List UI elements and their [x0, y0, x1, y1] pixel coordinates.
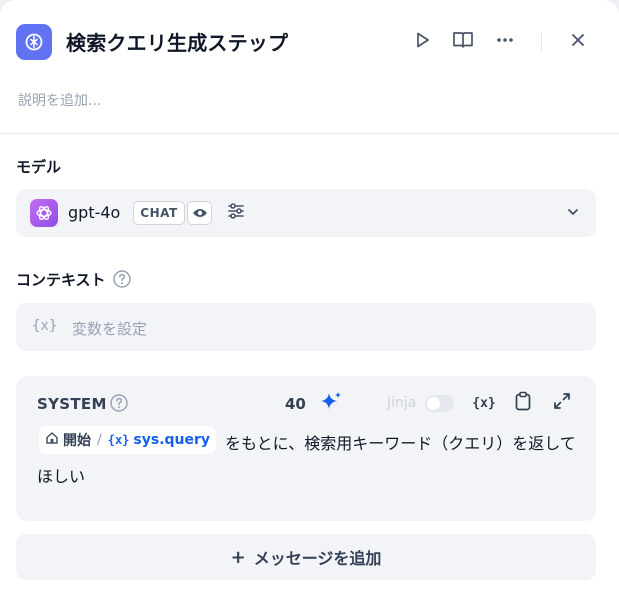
variable-name: sys.query [133, 432, 211, 448]
model-name: gpt-4o [68, 203, 121, 222]
system-prompt-editor: SYSTEM 40 Jinja {x} 開始 / {x} sys.query を… [16, 376, 596, 521]
prompt-role-label: SYSTEM [37, 395, 107, 413]
variable-icon: {x} [107, 433, 130, 447]
page-title[interactable]: 検索クエリ生成ステップ [66, 27, 288, 56]
docs-button[interactable] [451, 30, 475, 54]
run-button[interactable] [410, 30, 434, 54]
more-button[interactable] [493, 30, 517, 54]
variable-icon: {x} [472, 395, 496, 411]
prompt-text-line[interactable]: をもとに、検索用キーワード（クエリ）を返して [225, 430, 576, 454]
prompt-help-icon[interactable] [109, 393, 129, 413]
context-label: コンテキスト [16, 271, 106, 289]
model-selector[interactable]: gpt-4o CHAT [16, 189, 596, 237]
context-variable-selector[interactable]: {x} 変数を設定 [16, 303, 596, 351]
more-icon [495, 30, 515, 54]
variable-node-name: 開始 [63, 433, 91, 449]
llm-node-icon [16, 24, 52, 60]
header-separator [0, 133, 619, 134]
home-icon [45, 431, 59, 449]
chevron-down-icon [566, 204, 580, 223]
token-count: 40 [285, 395, 306, 413]
header-divider [541, 32, 542, 52]
context-placeholder: 変数を設定 [72, 320, 148, 338]
prompt-generator-button[interactable] [318, 391, 344, 417]
close-icon [570, 32, 586, 52]
add-message-button[interactable]: + メッセージを追加 [16, 534, 596, 580]
toggle-knob [427, 397, 440, 410]
model-params-button[interactable] [224, 201, 248, 225]
variable-icon: {x} [32, 318, 58, 334]
jinja-label: Jinja [387, 395, 417, 411]
node-settings-panel: 検索クエリ生成ステップ 説明を追加... モデル gpt-4o CHAT コンテ… [0, 0, 619, 600]
copy-button[interactable] [511, 391, 535, 415]
insert-variable-button[interactable]: {x} [472, 391, 496, 415]
context-help-icon[interactable] [112, 269, 132, 289]
eye-icon [192, 204, 208, 223]
expand-icon [553, 392, 571, 414]
variable-separator: / [97, 432, 102, 448]
jinja-toggle[interactable] [425, 395, 454, 412]
close-button[interactable] [566, 30, 590, 54]
sparkle-icon [319, 390, 343, 418]
expand-button[interactable] [550, 391, 574, 415]
model-dropdown-toggle[interactable] [562, 202, 584, 224]
description-input[interactable]: 説明を追加... [18, 90, 101, 110]
model-mode-badge: CHAT [133, 201, 185, 225]
variable-reference-chip[interactable]: 開始 / {x} sys.query [39, 426, 217, 454]
model-label: モデル [16, 158, 62, 176]
plus-icon: + [230, 546, 246, 568]
vision-badge [187, 201, 212, 225]
panel-header: 検索クエリ生成ステップ [0, 0, 619, 86]
play-icon [412, 30, 432, 54]
sliders-icon [226, 201, 246, 225]
book-icon [452, 30, 474, 54]
prompt-text-line[interactable]: ほしい [37, 463, 85, 487]
clipboard-icon [514, 391, 532, 415]
openai-icon [30, 199, 58, 227]
add-message-label: メッセージを追加 [253, 549, 382, 568]
